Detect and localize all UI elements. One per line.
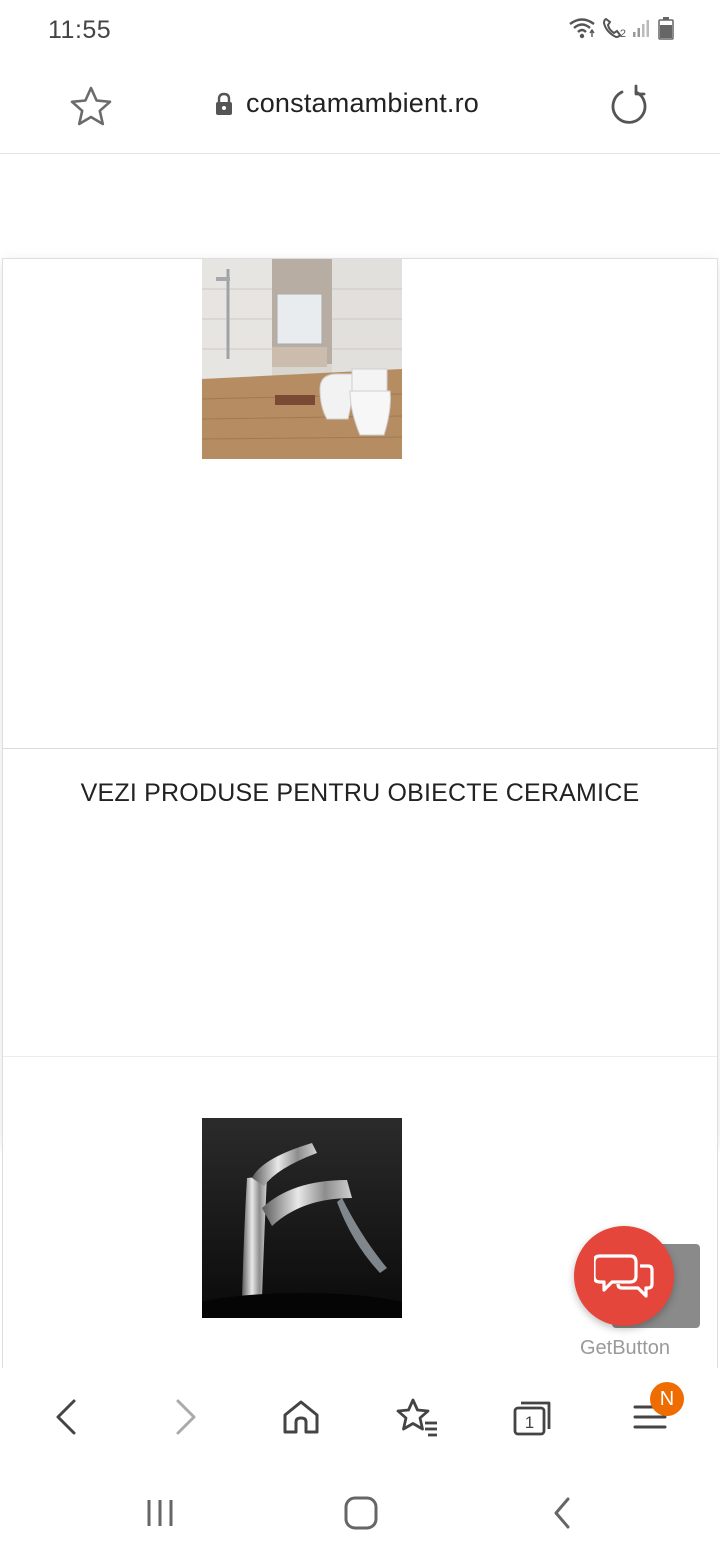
tabs-count: 1	[525, 1413, 534, 1432]
menu-badge: N	[650, 1382, 684, 1416]
back-icon[interactable]	[42, 1392, 92, 1442]
divider	[3, 1056, 717, 1057]
battery-icon	[658, 17, 674, 40]
bathroom-ceramics-photo[interactable]	[202, 259, 402, 459]
back-nav-icon[interactable]	[538, 1488, 588, 1538]
system-nav-bar	[0, 1468, 720, 1560]
status-time: 11:55	[48, 16, 112, 44]
divider	[3, 748, 717, 749]
chat-bubbles-icon	[594, 1254, 654, 1298]
signal-icon	[633, 20, 649, 37]
forward-icon[interactable]	[160, 1392, 210, 1442]
recents-icon[interactable]	[135, 1488, 185, 1538]
web-page: VEZI PRODUSE PENTRU OBIECTE CERAMICE	[0, 155, 720, 1368]
status-bar: 11:55 2	[0, 0, 720, 60]
sim-index: 2	[619, 28, 626, 40]
url-text: constamambient.ro	[246, 88, 480, 118]
chat-widget-button[interactable]	[574, 1226, 674, 1326]
lock-icon	[216, 92, 232, 115]
category-link[interactable]: VEZI PRODUSE PENTRU OBIECTE CERAMICE	[3, 779, 717, 808]
chrome-faucet-photo[interactable]	[202, 1118, 402, 1318]
home-icon[interactable]	[276, 1392, 326, 1442]
status-icons: 2	[568, 16, 676, 40]
url-bar: constamambient.ro	[0, 60, 720, 154]
address-field[interactable]: constamambient.ro	[214, 88, 479, 119]
star-outline-icon[interactable]	[68, 84, 114, 130]
browser-toolbar: 1	[0, 1368, 720, 1468]
reload-icon[interactable]	[606, 84, 652, 130]
call-icon: 2	[602, 16, 626, 40]
category-card[interactable]: VEZI PRODUSE PENTRU OBIECTE CERAMICE	[2, 258, 718, 1143]
wifi-icon	[569, 18, 595, 39]
bookmarks-icon[interactable]	[392, 1392, 442, 1442]
getbutton-label: GetButton	[579, 1337, 671, 1359]
tabs-icon[interactable]: 1	[508, 1392, 558, 1442]
home-nav-icon[interactable]	[336, 1488, 386, 1538]
